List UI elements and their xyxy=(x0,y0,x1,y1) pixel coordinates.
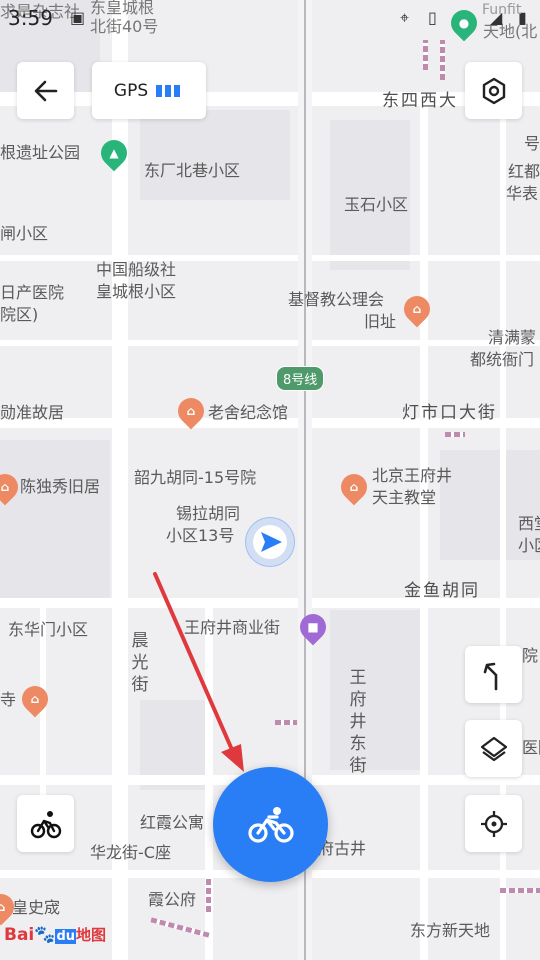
back-arrow-icon xyxy=(34,80,57,101)
map-label: 东华门小区 xyxy=(8,620,89,639)
map-label: 基督教公理会 xyxy=(288,290,385,309)
shopping-poi-icon[interactable]: ■ xyxy=(294,608,332,646)
notification-icon: ▣ xyxy=(70,8,86,27)
location-icon: ⌖ xyxy=(400,8,410,27)
map-label: 都统衙门 xyxy=(470,350,535,369)
boundary-line xyxy=(275,720,297,725)
vibrate-icon: ▯ xyxy=(428,8,437,27)
map-label: 北京王府井 xyxy=(372,466,453,485)
map-label: 旧址 xyxy=(364,312,397,331)
map-label: 根遗址公园 xyxy=(0,143,81,162)
map-label: 老舍纪念馆 xyxy=(208,403,289,422)
map-label: 红霞公寓 xyxy=(140,813,205,832)
gps-status-button[interactable]: GPS xyxy=(92,62,206,119)
baidu-map-logo: Bai🐾du地图 xyxy=(4,924,106,945)
gps-label: GPS xyxy=(113,80,149,101)
cyclist-icon xyxy=(30,810,61,838)
metro-line-badge: 8号线 xyxy=(276,366,325,391)
map-label: 中国船级社 xyxy=(96,260,177,279)
map-label: 西堂 xyxy=(518,514,540,533)
status-bar: 3:59 ▣ ⌖ ▯ ◢ ▮ Funfit xyxy=(0,0,540,38)
landmark-poi-icon[interactable]: ⌂ xyxy=(398,290,436,328)
map-label: 院 xyxy=(522,646,539,665)
boundary-line xyxy=(423,40,428,70)
current-location-icon xyxy=(245,517,295,567)
status-carrier-text: Funfit xyxy=(482,2,522,18)
navigate-button[interactable] xyxy=(465,646,522,703)
map-label: 日产医院 xyxy=(0,283,65,302)
road-label: 灯市口大街 xyxy=(402,403,497,423)
map-block xyxy=(330,610,420,770)
turn-arrow-icon xyxy=(483,662,497,690)
road-label: 金鱼胡同 xyxy=(404,581,480,601)
boundary-line xyxy=(206,876,211,912)
map-block xyxy=(0,440,110,600)
map-label: 玉石小区 xyxy=(344,195,409,214)
map-label: 东方新天地 xyxy=(410,921,491,940)
locate-icon xyxy=(480,810,507,837)
gps-signal-icon xyxy=(156,84,181,97)
locate-button[interactable] xyxy=(465,795,522,852)
map-label: 号 xyxy=(524,134,540,153)
map-label: 韶九胡同-15号院 xyxy=(134,468,257,487)
boundary-line xyxy=(500,888,540,893)
map-label: 王府井商业街 xyxy=(184,618,281,637)
map-label: 闸小区 xyxy=(0,224,49,243)
map-label: 红都 xyxy=(508,162,540,181)
road xyxy=(0,340,540,346)
map-label: 小区 xyxy=(518,536,540,555)
logo-text-bai: Bai xyxy=(4,925,35,945)
boundary-line xyxy=(440,40,445,80)
map-label: 勋准故居 xyxy=(0,403,65,422)
baidu-paw-icon: 🐾 xyxy=(34,925,56,945)
start-ride-button[interactable] xyxy=(213,767,328,882)
map-label: 小区13号 xyxy=(166,526,235,545)
settings-button[interactable] xyxy=(465,62,522,119)
map-label: 寺 xyxy=(0,690,17,709)
road-label: 晨光街 xyxy=(131,631,149,695)
road-label: 王府井东街 xyxy=(349,668,367,776)
map-label: 皇史宬 xyxy=(12,898,61,917)
map-label: 医院 xyxy=(522,738,540,757)
map-label: 院区) xyxy=(0,305,39,324)
landmark-poi-icon[interactable]: ⌂ xyxy=(172,392,210,430)
landmark-poi-icon[interactable]: ⌂ xyxy=(16,680,54,718)
back-button[interactable] xyxy=(17,62,74,119)
map-label: 华龙街-C座 xyxy=(90,843,171,862)
map-label: 皇城根小区 xyxy=(96,282,177,301)
map-label: 清满蒙 xyxy=(488,328,537,347)
park-poi-icon[interactable]: ▲ xyxy=(95,134,133,172)
map-label: 陈独秀旧居 xyxy=(20,477,101,496)
status-time: 3:59 xyxy=(8,6,53,30)
logo-text-map: 地图 xyxy=(76,926,107,944)
layers-button[interactable] xyxy=(465,720,522,777)
map-label: 华表 xyxy=(506,184,539,203)
layers-icon xyxy=(480,736,507,761)
bicycle-icon xyxy=(247,806,294,843)
map-label: 天主教堂 xyxy=(372,488,437,507)
map-label: 东厂北巷小区 xyxy=(144,161,241,180)
map-block xyxy=(140,110,290,200)
road xyxy=(420,100,428,960)
road-label: 东四西大 xyxy=(382,91,458,111)
ride-mode-button[interactable] xyxy=(17,795,74,852)
road xyxy=(0,92,540,106)
road xyxy=(0,255,540,261)
boundary-line xyxy=(445,432,465,437)
logo-text-du: du xyxy=(55,929,76,944)
hexagon-settings-icon xyxy=(482,77,505,104)
map-label: 霞公府 xyxy=(148,890,197,909)
landmark-poi-icon[interactable]: ⌂ xyxy=(335,468,373,506)
boundary-line xyxy=(150,917,210,938)
map-label: 锡拉胡同 xyxy=(176,504,241,523)
